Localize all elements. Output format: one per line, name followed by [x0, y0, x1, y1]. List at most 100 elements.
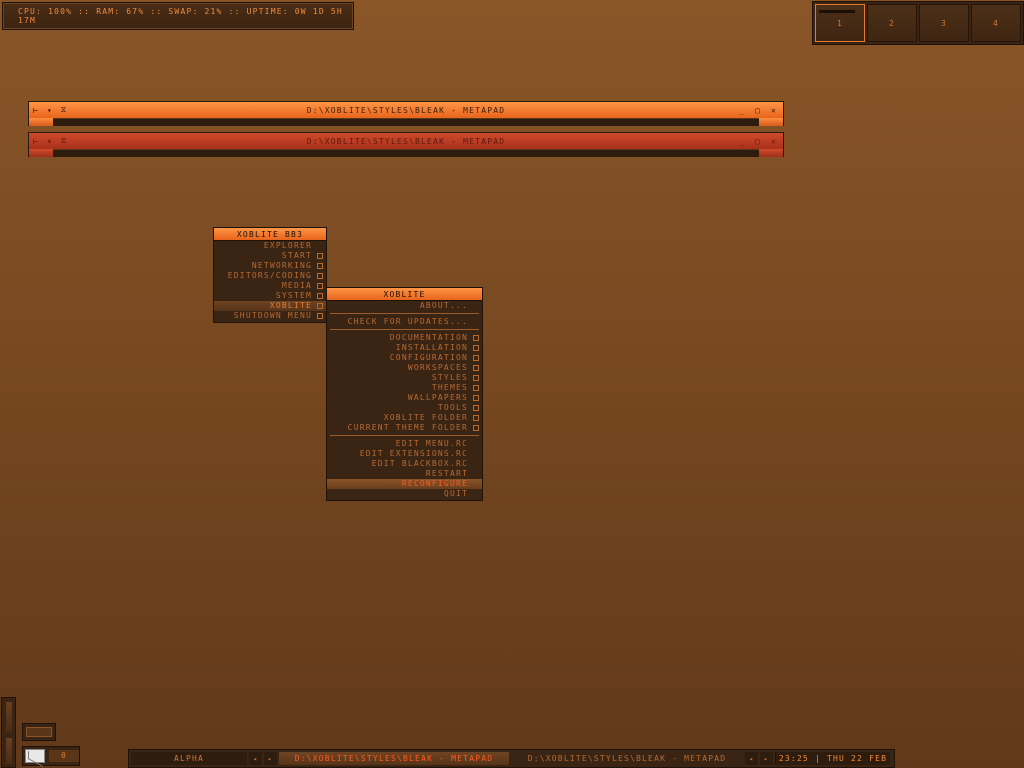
window-handle[interactable] — [29, 118, 783, 126]
handle-bar[interactable] — [53, 118, 759, 126]
submenu-icon — [317, 263, 323, 269]
menu-item-networking[interactable]: NETWORKING — [214, 261, 326, 271]
menu-item-xoblite-folder[interactable]: XOBLITE FOLDER — [327, 413, 482, 423]
tray-button[interactable] — [26, 727, 52, 737]
submenu-icon — [473, 405, 479, 411]
taskbar-item-active[interactable]: D:\XOBLITE\STYLES\BLEAK - METAPAD — [279, 752, 509, 765]
prev-task-icon[interactable]: ◂ — [745, 752, 758, 765]
minimize-icon[interactable]: _ — [735, 137, 749, 146]
taskbar: ALPHA ◂ ▸ D:\XOBLITE\STYLES\BLEAK - META… — [128, 749, 895, 768]
volume-slider[interactable] — [1, 697, 16, 768]
menu-item-label: START — [281, 251, 312, 260]
root-menu: XOBLITE BB3 EXPLORER START NETWORKING ED… — [213, 227, 327, 323]
menu-item-label: WORKSPACES — [407, 363, 468, 372]
workspace-name[interactable]: ALPHA — [131, 752, 247, 765]
window-title: D:\XOBLITE\STYLES\BLEAK - METAPAD — [306, 136, 506, 146]
window-titlebar[interactable]: ⊢ ▾ ⧖ D:\XOBLITE\STYLES\BLEAK - METAPAD … — [29, 102, 783, 118]
next-task-icon[interactable]: ▸ — [760, 752, 773, 765]
resize-grip-right[interactable] — [759, 118, 783, 126]
submenu-icon — [317, 273, 323, 279]
menu-item-label: MEDIA — [281, 281, 312, 290]
submenu-icon — [473, 415, 479, 421]
menu-item-configuration[interactable]: CONFIGURATION — [327, 353, 482, 363]
workspace-4[interactable]: 4 — [971, 4, 1021, 42]
menu-item-label: SYSTEM — [275, 291, 312, 300]
close-icon[interactable]: ✕ — [767, 137, 781, 146]
maximize-icon[interactable]: ▢ — [751, 106, 765, 115]
menu-item-label: WALLPAPERS — [407, 393, 468, 402]
menu-title: XOBLITE — [327, 288, 482, 301]
close-icon[interactable]: ✕ — [767, 106, 781, 115]
minimize-icon[interactable]: _ — [735, 106, 749, 115]
workspace-label: 1 — [836, 18, 844, 28]
menu-item-label: EDIT BLACKBOX.RC — [371, 459, 468, 468]
submenu-icon — [473, 425, 479, 431]
menu-item-label: CURRENT THEME FOLDER — [347, 423, 468, 432]
menu-item-label: EDIT EXTENSIONS.RC — [359, 449, 468, 458]
submenu-icon — [473, 355, 479, 361]
menu-item-restart[interactable]: RESTART — [327, 469, 482, 479]
window-title: D:\XOBLITE\STYLES\BLEAK - METAPAD — [306, 105, 506, 115]
submenu-icon — [317, 253, 323, 259]
maximize-icon[interactable]: ▢ — [751, 137, 765, 146]
menu-item-styles[interactable]: STYLES — [327, 373, 482, 383]
menu-item-label: THEMES — [431, 383, 468, 392]
menu-item-shutdown-menu[interactable]: SHUTDOWN MENU — [214, 311, 326, 321]
metapad-window-unfocused[interactable]: ⊢ ▾ ⧖ D:\XOBLITE\STYLES\BLEAK - METAPAD … — [28, 132, 784, 157]
menu-item-editors-coding[interactable]: EDITORS/CODING — [214, 271, 326, 281]
menu-item-installation[interactable]: INSTALLATION — [327, 343, 482, 353]
menu-item-start[interactable]: START — [214, 251, 326, 261]
tray-widget — [22, 723, 56, 741]
resize-grip-left[interactable] — [29, 149, 53, 157]
slider-track-upper[interactable] — [6, 702, 12, 732]
menu-item-about[interactable]: ABOUT... — [327, 301, 482, 311]
menu-item-label: TOOLS — [437, 403, 468, 412]
submenu-icon — [473, 395, 479, 401]
submenu-icon — [317, 293, 323, 299]
menu-item-edit-blackbox-rc[interactable]: EDIT BLACKBOX.RC — [327, 459, 482, 469]
menu-item-check-updates[interactable]: CHECK FOR UPDATES... — [327, 317, 482, 327]
workspace-window-thumbnail — [819, 10, 855, 13]
workspace-label: 3 — [940, 18, 948, 28]
menu-item-label: EDIT MENU.RC — [395, 439, 468, 448]
menu-item-tools[interactable]: TOOLS — [327, 403, 482, 413]
handle-bar[interactable] — [53, 149, 759, 157]
menu-item-themes[interactable]: THEMES — [327, 383, 482, 393]
submenu-icon — [317, 313, 323, 319]
menu-item-label: CONFIGURATION — [389, 353, 468, 362]
menu-item-wallpapers[interactable]: WALLPAPERS — [327, 393, 482, 403]
taskbar-item[interactable]: D:\XOBLITE\STYLES\BLEAK - METAPAD — [511, 752, 743, 765]
workspace-3[interactable]: 3 — [919, 4, 969, 42]
menu-item-edit-extensions-rc[interactable]: EDIT EXTENSIONS.RC — [327, 449, 482, 459]
menu-item-xoblite[interactable]: XOBLITE — [214, 301, 326, 311]
slider-track-lower[interactable] — [6, 738, 12, 764]
prev-workspace-icon[interactable]: ◂ — [249, 752, 262, 765]
workspace-pager: 1 2 3 4 — [812, 1, 1024, 45]
menu-item-label: INSTALLATION — [395, 343, 468, 352]
window-titlebar[interactable]: ⊢ ▾ ⧖ D:\XOBLITE\STYLES\BLEAK - METAPAD … — [29, 133, 783, 149]
menu-item-current-theme-folder[interactable]: CURRENT THEME FOLDER — [327, 423, 482, 433]
resize-grip-left[interactable] — [29, 118, 53, 126]
clock[interactable]: 23:25 | THU 22 FEB — [775, 752, 890, 765]
submenu-icon — [317, 283, 323, 289]
submenu-icon — [473, 345, 479, 351]
envelope-icon[interactable] — [25, 749, 45, 763]
mail-checker[interactable]: 0 — [22, 746, 80, 766]
menu-item-workspaces[interactable]: WORKSPACES — [327, 363, 482, 373]
menu-item-quit[interactable]: QUIT — [327, 489, 482, 499]
menu-item-explorer[interactable]: EXPLORER — [214, 241, 326, 251]
metapad-window-focused[interactable]: ⊢ ▾ ⧖ D:\XOBLITE\STYLES\BLEAK - METAPAD … — [28, 101, 784, 126]
menu-item-label: STYLES — [431, 373, 468, 382]
menu-item-reconfigure[interactable]: RECONFIGURE — [327, 479, 482, 489]
submenu-icon — [473, 375, 479, 381]
resize-grip-right[interactable] — [759, 149, 783, 157]
menu-item-edit-menu-rc[interactable]: EDIT MENU.RC — [327, 439, 482, 449]
workspace-label: 4 — [992, 18, 1000, 28]
next-workspace-icon[interactable]: ▸ — [264, 752, 277, 765]
workspace-2[interactable]: 2 — [867, 4, 917, 42]
workspace-1[interactable]: 1 — [815, 4, 865, 42]
menu-item-system[interactable]: SYSTEM — [214, 291, 326, 301]
menu-item-media[interactable]: MEDIA — [214, 281, 326, 291]
menu-item-documentation[interactable]: DOCUMENTATION — [327, 333, 482, 343]
window-handle[interactable] — [29, 149, 783, 157]
